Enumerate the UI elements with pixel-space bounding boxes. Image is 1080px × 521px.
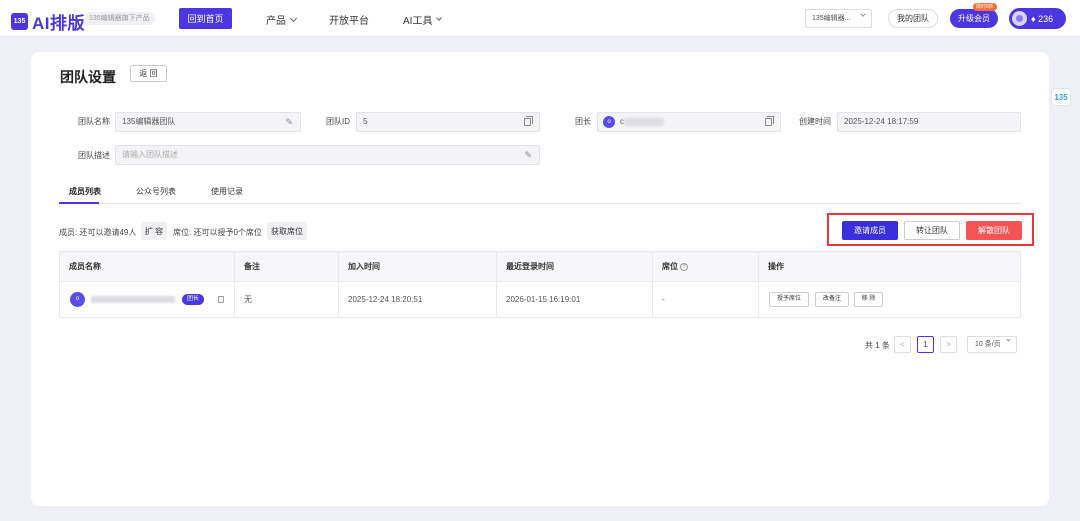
- nav-products[interactable]: 产品: [266, 12, 298, 27]
- help-icon[interactable]: ?: [680, 262, 688, 271]
- prev-page-button[interactable]: <: [894, 336, 911, 353]
- edit-icon[interactable]: ✎: [285, 117, 293, 127]
- grant-seat-button[interactable]: 授予席位: [769, 292, 809, 307]
- column-seat-label: 席位: [662, 262, 678, 271]
- redacted-name: [624, 117, 664, 126]
- remove-member-button[interactable]: 移 除: [854, 292, 883, 307]
- logo[interactable]: 135 AI排版: [11, 9, 85, 34]
- chevron-down-icon: [289, 14, 298, 22]
- team-desc-placeholder: 请输入团队描述: [122, 150, 178, 159]
- disband-team-button[interactable]: 解散团队: [966, 221, 1022, 240]
- leader-label: 团长: [575, 117, 591, 126]
- transfer-team-button[interactable]: 转让团队: [904, 221, 960, 240]
- top-navigation: 135 AI排版 135编辑器旗下产品 回到首页 产品 开放平台 AI工具 13…: [0, 0, 1080, 37]
- back-button[interactable]: 返 回: [130, 65, 167, 82]
- created-time-field: 2025-12-24 18:17:59: [837, 112, 1021, 132]
- column-seat: 席位?: [653, 252, 759, 282]
- nav-open-platform[interactable]: 开放平台: [329, 12, 369, 27]
- table-row: o 团长 无 2025-12-24 18:20:51 2026-01-15 16…: [60, 282, 1020, 317]
- member-table: 成员名称 备注 加入时间 最近登录时间 席位? 操作 o 团长 无 2025-1…: [59, 251, 1021, 318]
- team-select[interactable]: 135编辑器...: [805, 9, 872, 28]
- team-id-field: 5: [356, 112, 540, 132]
- total-count: 共 1 条: [865, 341, 890, 350]
- home-button[interactable]: 回到首页: [179, 8, 232, 29]
- invite-member-button[interactable]: 邀请成员: [842, 221, 898, 240]
- side-135-icon[interactable]: 135: [1051, 88, 1071, 106]
- chevron-down-icon: [436, 15, 443, 21]
- page-size-value: 10 条/页: [975, 341, 1001, 348]
- column-actions: 操作: [768, 262, 784, 271]
- get-seats-button[interactable]: 获取席位: [267, 222, 307, 240]
- page-1-button[interactable]: 1: [917, 336, 934, 353]
- user-coins-button[interactable]: ♦ 236: [1009, 8, 1066, 29]
- team-name-value: 135编辑器团队: [122, 117, 176, 126]
- edit-icon[interactable]: ✎: [524, 150, 532, 160]
- my-team-button[interactable]: 我的团队: [888, 9, 938, 28]
- team-id-value: 5: [363, 117, 368, 126]
- edit-note-button[interactable]: 改备注: [815, 292, 849, 307]
- team-settings-card: 团队设置 返 回 团队名称 135编辑器团队 ✎ 团队ID 5 团长 o c 创…: [31, 52, 1049, 506]
- chevron-down-icon: [860, 11, 866, 17]
- logo-text: AI排版: [32, 14, 85, 33]
- tab-member-list[interactable]: 成员列表: [69, 186, 101, 197]
- last-login-cell: 2026-01-15 16:19:01: [497, 282, 653, 317]
- table-header: 成员名称 备注 加入时间 最近登录时间 席位? 操作: [60, 252, 1020, 282]
- seat-cell: -: [653, 282, 759, 317]
- leader-badge: 团长: [182, 294, 205, 305]
- created-time-label: 创建时间: [799, 117, 831, 126]
- tab-official-accounts[interactable]: 公众号列表: [136, 186, 176, 197]
- join-time-cell: 2025-12-24 18:20:51: [339, 282, 497, 317]
- team-desc-input[interactable]: 请输入团队描述 ✎: [115, 145, 540, 165]
- nav-products-label: 产品: [266, 16, 286, 27]
- page-size-select[interactable]: 10 条/页: [967, 336, 1017, 353]
- column-last-login: 最近登录时间: [497, 252, 653, 282]
- copy-icon[interactable]: [524, 116, 533, 126]
- copy-icon[interactable]: [765, 116, 774, 126]
- nav-open-platform-label: 开放平台: [329, 16, 369, 27]
- nav-ai-tools[interactable]: AI工具: [403, 12, 443, 27]
- tab-usage-records[interactable]: 使用记录: [211, 186, 243, 197]
- chevron-down-icon: [1006, 337, 1011, 342]
- team-select-value: 135编辑器...: [812, 15, 851, 22]
- coins-value: ♦ 236: [1031, 13, 1054, 24]
- expand-button[interactable]: 扩 容: [141, 222, 167, 240]
- seats-info: 席位: 还可以授予0个席位: [173, 228, 262, 237]
- nav-ai-tools-label: AI工具: [403, 16, 433, 27]
- upgrade-button[interactable]: 升级会员: [950, 9, 998, 28]
- active-tab-underline: [59, 202, 99, 204]
- created-time-value: 2025-12-24 18:17:59: [844, 117, 919, 126]
- copy-icon[interactable]: [218, 296, 224, 303]
- team-id-label: 团队ID: [326, 117, 350, 126]
- redacted-member-name: [91, 296, 175, 303]
- page-title: 团队设置: [60, 69, 116, 85]
- leader-field: o c: [597, 112, 781, 132]
- member-name-cell: o 团长: [60, 282, 235, 317]
- column-join-time: 加入时间: [339, 252, 497, 282]
- avatar: o: [603, 116, 615, 128]
- logo-subtitle: 135编辑器旗下产品: [84, 12, 155, 25]
- team-name-label: 团队名称: [78, 117, 110, 126]
- avatar: o: [70, 292, 85, 307]
- next-page-button[interactable]: >: [940, 336, 957, 353]
- column-note: 备注: [235, 252, 339, 282]
- team-desc-label: 团队描述: [78, 151, 110, 160]
- members-info: 成员: 还可以邀请49人: [59, 228, 137, 237]
- logo-mark-icon: 135: [11, 13, 28, 30]
- team-name-field[interactable]: 135编辑器团队 ✎: [115, 112, 301, 132]
- note-cell: 无: [235, 282, 339, 317]
- upgrade-promo-badge: 限时8折: [973, 3, 997, 11]
- actions-cell: 授予席位 改备注 移 除: [759, 282, 1020, 317]
- column-member-name: 成员名称: [60, 252, 235, 282]
- tabs: 成员列表 公众号列表 使用记录: [59, 182, 1021, 204]
- avatar: [1012, 11, 1027, 26]
